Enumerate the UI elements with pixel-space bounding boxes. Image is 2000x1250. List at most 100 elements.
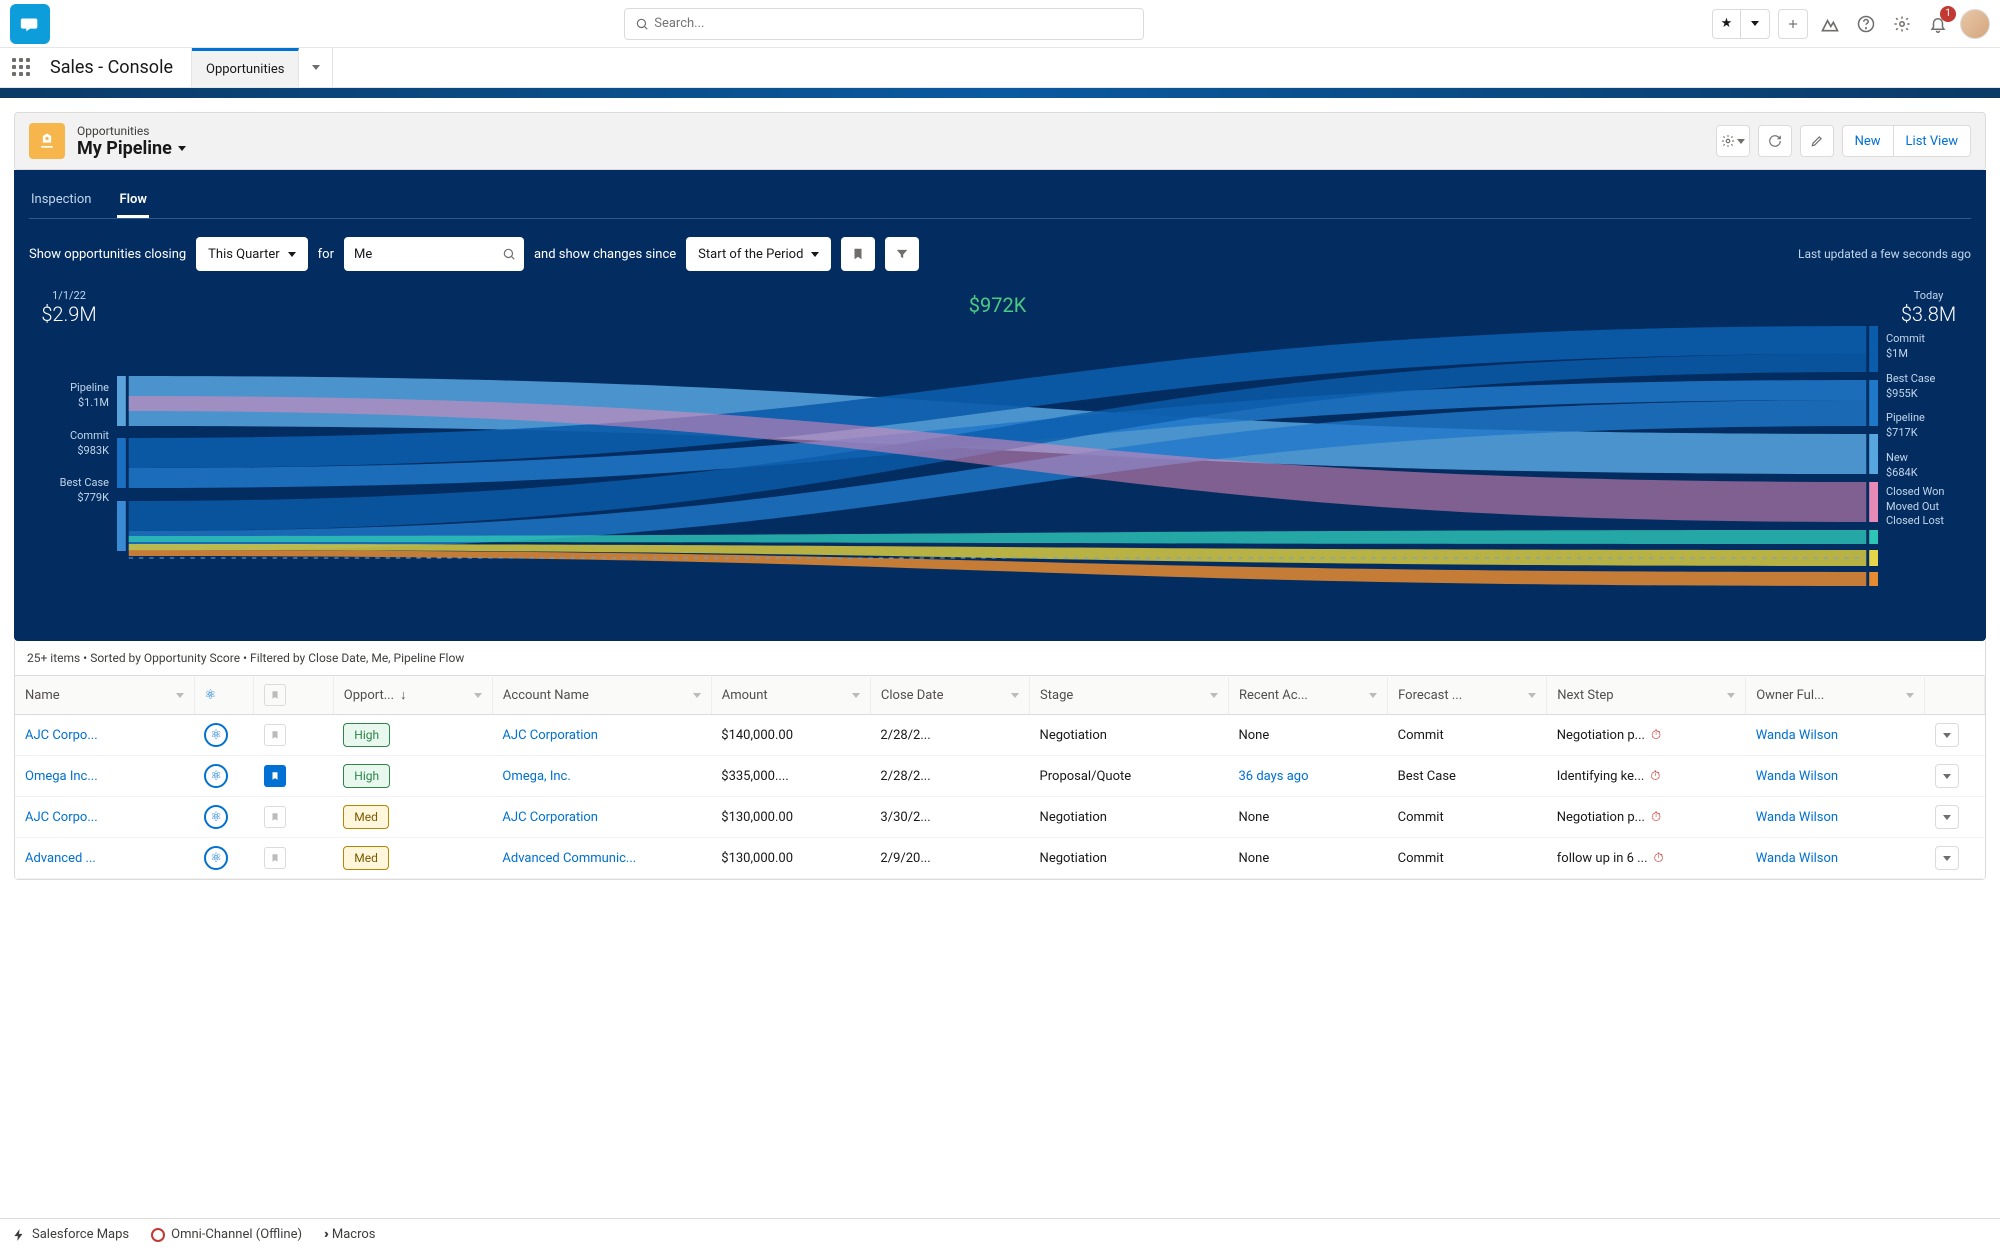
waffle-icon	[12, 58, 32, 78]
forecast-category-cell: Commit	[1388, 797, 1547, 838]
account-name-link[interactable]: AJC Corporation	[502, 728, 598, 743]
list-view-title[interactable]: My Pipeline	[77, 138, 186, 159]
macros-icon: ››	[324, 1227, 326, 1242]
owner-link[interactable]: Wanda Wilson	[1756, 810, 1838, 825]
owner-link[interactable]: Wanda Wilson	[1756, 728, 1838, 743]
row-actions-menu[interactable]	[1935, 723, 1959, 747]
opportunity-name-link[interactable]: AJC Corpo...	[25, 810, 98, 825]
opportunity-name-link[interactable]: Omega Inc...	[25, 769, 98, 784]
stage-cell: Negotiation	[1030, 797, 1229, 838]
col-close-date[interactable]: Close Date	[870, 676, 1029, 715]
refresh-button[interactable]	[1758, 125, 1792, 157]
col-bookmark[interactable]	[254, 676, 334, 715]
col-next-step[interactable]: Next Step	[1547, 676, 1746, 715]
list-view-settings-button[interactable]	[1716, 125, 1750, 157]
flow-end-date: Today	[1886, 289, 1971, 302]
stage-cell: Negotiation	[1030, 715, 1229, 756]
global-search[interactable]	[624, 8, 1144, 40]
col-account-name[interactable]: Account Name	[492, 676, 711, 715]
opportunity-name-link[interactable]: Advanced ...	[25, 851, 96, 866]
owner-link[interactable]: Wanda Wilson	[1756, 851, 1838, 866]
row-actions-menu[interactable]	[1935, 805, 1959, 829]
col-name[interactable]: Name	[15, 676, 194, 715]
star-icon: ★	[1713, 10, 1741, 38]
closing-period-picker[interactable]: This Quarter	[196, 237, 307, 271]
account-name-link[interactable]: AJC Corporation	[502, 810, 598, 825]
utility-salesforce-maps[interactable]: Salesforce Maps	[12, 1227, 129, 1242]
bookmark-toggle[interactable]	[264, 806, 286, 828]
bookmark-toggle[interactable]	[264, 724, 286, 746]
opportunity-score-chip: Med	[343, 805, 389, 829]
bookmark-toggle[interactable]	[264, 847, 286, 869]
account-name-link[interactable]: Omega, Inc.	[502, 769, 570, 784]
filter-button[interactable]	[885, 237, 919, 271]
table-row: Advanced ... ⚛ Med Advanced Communic... …	[15, 838, 1985, 879]
arrow-down-icon: ↓	[400, 687, 407, 703]
flow-end-total: $3.8M	[1886, 302, 1971, 326]
cloud-logo[interactable]	[10, 4, 50, 44]
filter-since-label: and show changes since	[534, 247, 676, 262]
col-amount[interactable]: Amount	[711, 676, 870, 715]
notification-badge: 1	[1940, 6, 1956, 22]
account-name-link[interactable]: Advanced Communic...	[502, 851, 636, 866]
trailhead-icon[interactable]	[1816, 10, 1844, 38]
utility-macros[interactable]: ›› Macros	[324, 1227, 376, 1242]
last-updated-label: Last updated a few seconds ago	[1798, 247, 1971, 261]
tab-actions-caret[interactable]	[299, 48, 333, 87]
bookmark-toggle[interactable]	[264, 765, 286, 787]
owner-link[interactable]: Wanda Wilson	[1756, 769, 1838, 784]
chevron-down-icon[interactable]	[1741, 10, 1769, 38]
einstein-score-icon[interactable]: ⚛	[204, 846, 228, 870]
einstein-score-icon[interactable]: ⚛	[204, 805, 228, 829]
status-offline-icon	[151, 1228, 165, 1242]
new-button[interactable]: New	[1842, 125, 1894, 157]
app-name: Sales - Console	[44, 48, 192, 87]
setup-gear-icon[interactable]	[1888, 10, 1916, 38]
flow-right-node: Moved Out	[1886, 500, 1971, 515]
overdue-clock-icon: ⏱	[1651, 810, 1661, 825]
add-button[interactable]	[1778, 9, 1808, 39]
changes-since-picker[interactable]: Start of the Period	[686, 237, 831, 271]
flow-left-node: Pipeline$1.1M	[70, 381, 109, 411]
notifications-button[interactable]: 1	[1924, 10, 1952, 38]
table-row: AJC Corpo... ⚛ High AJC Corporation $140…	[15, 715, 1985, 756]
help-icon[interactable]	[1852, 10, 1880, 38]
opportunity-score-chip: High	[343, 723, 390, 747]
edit-button[interactable]	[1800, 125, 1834, 157]
utility-omni-channel[interactable]: Omni-Channel (Offline)	[151, 1227, 302, 1242]
subtab-inspection[interactable]: Inspection	[29, 184, 93, 218]
einstein-score-icon[interactable]: ⚛	[204, 723, 228, 747]
list-view-button[interactable]: List View	[1894, 125, 1971, 157]
flow-start-date: 1/1/22	[29, 289, 109, 302]
subtab-flow[interactable]: Flow	[117, 184, 148, 218]
row-actions-menu[interactable]	[1935, 846, 1959, 870]
col-forecast-category[interactable]: Forecast ...	[1388, 676, 1547, 715]
recent-activity-cell: None	[1228, 838, 1387, 879]
table-row: AJC Corpo... ⚛ Med AJC Corporation $130,…	[15, 797, 1985, 838]
global-search-input[interactable]	[652, 15, 1133, 32]
flow-right-node: Best Case$955K	[1886, 372, 1971, 402]
brand-stripe	[0, 88, 2000, 98]
row-actions-menu[interactable]	[1935, 764, 1959, 788]
opportunity-name-link[interactable]: AJC Corpo...	[25, 728, 98, 743]
app-launcher-button[interactable]	[0, 48, 44, 87]
next-step-cell: follow up in 6 ...⏱	[1547, 838, 1746, 879]
tab-opportunities[interactable]: Opportunities	[192, 48, 299, 87]
col-recent-activity[interactable]: Recent Ac...	[1228, 676, 1387, 715]
col-opportunity-score[interactable]: Opport... ↓	[333, 676, 492, 715]
opportunity-score-chip: High	[343, 764, 390, 788]
next-step-cell: Negotiation p...⏱	[1547, 797, 1746, 838]
col-score-icon[interactable]: ⚛	[194, 676, 254, 715]
flow-left-node: Best Case$779K	[60, 476, 109, 506]
atom-icon: ⚛	[205, 688, 217, 703]
forecast-category-cell: Best Case	[1388, 756, 1547, 797]
user-avatar[interactable]	[1960, 9, 1990, 39]
col-stage[interactable]: Stage	[1030, 676, 1229, 715]
table-row: Omega Inc... ⚛ High Omega, Inc. $335,000…	[15, 756, 1985, 797]
bookmark-filter-button[interactable]	[841, 237, 875, 271]
favorites-button[interactable]: ★	[1712, 9, 1770, 39]
owner-picker[interactable]: Me	[344, 237, 524, 271]
recent-activity-cell: 36 days ago	[1228, 756, 1387, 797]
col-owner[interactable]: Owner Ful...	[1746, 676, 1925, 715]
einstein-score-icon[interactable]: ⚛	[204, 764, 228, 788]
